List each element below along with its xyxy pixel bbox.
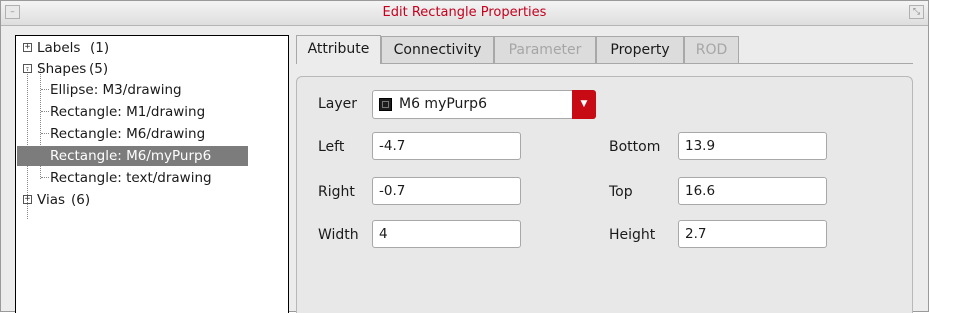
layer-label: Layer bbox=[318, 96, 358, 112]
tree-connector bbox=[41, 89, 49, 90]
tree-item-label: Rectangle: M1/drawing bbox=[50, 104, 206, 120]
width-label: Width bbox=[318, 227, 359, 243]
height-label: Height bbox=[609, 227, 656, 243]
tree-item-count: (6) bbox=[71, 192, 91, 208]
tree-item-label: Vias bbox=[37, 192, 65, 208]
top-field[interactable]: 16.6 bbox=[678, 177, 827, 205]
collapse-icon[interactable]: - bbox=[23, 64, 32, 73]
left-field[interactable]: -4.7 bbox=[372, 132, 521, 160]
tree-item-label: Rectangle: M6/myPurp6 bbox=[50, 148, 212, 164]
tree-item-label: Rectangle: text/drawing bbox=[50, 170, 212, 186]
right-label: Right bbox=[318, 184, 355, 200]
layer-swatch-icon bbox=[379, 98, 392, 111]
tab-property[interactable]: Property bbox=[596, 36, 684, 63]
tree-item-ellipse-m3-drawing[interactable]: Ellipse: M3/drawing bbox=[50, 80, 182, 100]
tree-item-rectangle-text-drawing[interactable]: Rectangle: text/drawing bbox=[50, 168, 212, 188]
tree-item-label: Rectangle: M6/drawing bbox=[50, 126, 206, 142]
height-field[interactable]: 2.7 bbox=[678, 220, 827, 248]
tree-item-count: (1) bbox=[90, 40, 110, 56]
tree-item-rectangle-m6-mypurp6[interactable]: Rectangle: M6/myPurp6 bbox=[50, 146, 211, 166]
tree-item-count: (5) bbox=[89, 61, 109, 77]
shape-tree[interactable]: + Labels (1) - Shapes (5) Ellipse: M3/dr… bbox=[15, 35, 289, 313]
tree-item-label: Ellipse: M3/drawing bbox=[50, 82, 182, 98]
window-title: Edit Rectangle Properties bbox=[382, 5, 547, 20]
edit-rectangle-properties-window: – Edit Rectangle Properties ⤡ + Labels (… bbox=[0, 0, 929, 313]
expand-icon[interactable]: + bbox=[23, 195, 32, 204]
width-field[interactable]: 4 bbox=[372, 220, 521, 248]
tree-connector bbox=[41, 111, 49, 112]
layer-value: M6 myPurp6 bbox=[399, 96, 487, 112]
bottom-label: Bottom bbox=[609, 139, 661, 155]
tree-connector bbox=[41, 133, 49, 134]
window-resize-icon[interactable]: ⤡ bbox=[909, 5, 924, 19]
top-label: Top bbox=[609, 184, 633, 200]
right-field[interactable]: -0.7 bbox=[372, 177, 521, 205]
left-label: Left bbox=[318, 139, 345, 155]
tab-connectivity[interactable]: Connectivity bbox=[381, 36, 494, 63]
chevron-down-icon[interactable]: ▼ bbox=[572, 90, 596, 119]
tree-connector bbox=[41, 177, 49, 178]
tab-attribute[interactable]: Attribute bbox=[296, 35, 381, 64]
expand-icon[interactable]: + bbox=[23, 43, 32, 52]
layer-select[interactable]: M6 myPurp6 ▼ bbox=[372, 90, 596, 119]
tab-parameter: Parameter bbox=[494, 36, 596, 63]
tab-rod: ROD bbox=[684, 36, 739, 63]
tree-item-rectangle-m1-drawing[interactable]: Rectangle: M1/drawing bbox=[50, 102, 205, 122]
tree-item-label: Labels bbox=[37, 40, 81, 56]
background-strip bbox=[929, 0, 963, 312]
tree-item-rectangle-m6-drawing[interactable]: Rectangle: M6/drawing bbox=[50, 124, 205, 144]
tab-divider bbox=[296, 63, 913, 64]
tree-item-label: Shapes bbox=[37, 61, 87, 77]
title-bar: – Edit Rectangle Properties ⤡ bbox=[1, 1, 928, 26]
bottom-field[interactable]: 13.9 bbox=[678, 132, 827, 160]
